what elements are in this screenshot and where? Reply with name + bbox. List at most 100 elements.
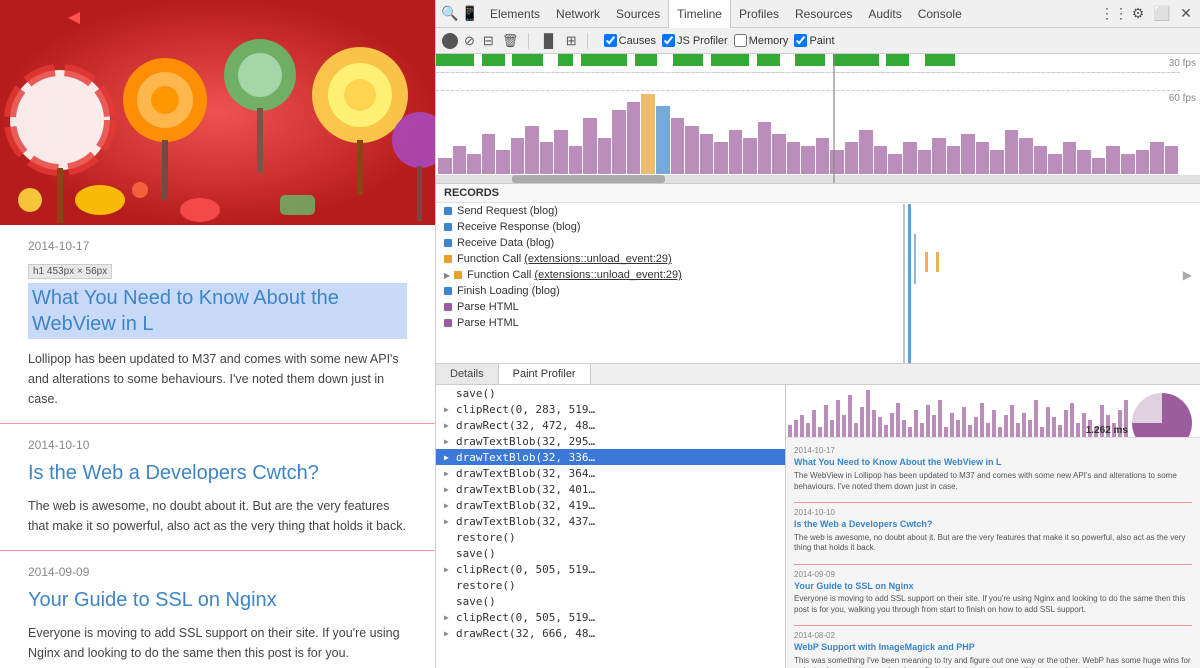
search-icon[interactable]: 🔍 bbox=[440, 4, 460, 24]
code-row-8[interactable]: ▶ drawTextBlob(32, 437… bbox=[436, 513, 785, 529]
separator bbox=[528, 33, 529, 49]
tab-resources[interactable]: Resources bbox=[787, 0, 860, 28]
code-row-5[interactable]: ▶ drawTextBlob(32, 364… bbox=[436, 465, 785, 481]
hero-illustration bbox=[0, 0, 435, 225]
js-profiler-checkbox[interactable] bbox=[662, 34, 675, 47]
paint-checkbox[interactable] bbox=[794, 34, 807, 47]
paint-label[interactable]: Paint bbox=[794, 34, 834, 47]
customize-icon[interactable]: ⋮⋮ bbox=[1104, 4, 1124, 24]
code-row-15[interactable]: ▶ drawRect(32, 666, 48… bbox=[436, 625, 785, 641]
record-row-4[interactable]: Function Call (extensions::unload_event:… bbox=[436, 267, 1200, 283]
mini-date-1: 2014-10-10 bbox=[794, 508, 1192, 517]
arrow-15: ▶ bbox=[444, 629, 452, 638]
mini-title-3: WebP Support with ImageMagick and PHP bbox=[794, 642, 1192, 653]
divider-2 bbox=[0, 550, 435, 551]
code-row-2[interactable]: ▶ drawRect(32, 472, 48… bbox=[436, 417, 785, 433]
tab-paint-profiler[interactable]: Paint Profiler bbox=[499, 364, 591, 384]
js-profiler-label[interactable]: JS Profiler bbox=[662, 34, 728, 47]
timeline-indicator bbox=[833, 54, 835, 183]
record-row-6[interactable]: Parse HTML bbox=[436, 299, 1200, 315]
fps-60-label: 60 fps bbox=[1169, 93, 1196, 104]
record-dot-0 bbox=[444, 207, 452, 215]
trash-icon[interactable]: 🗑 bbox=[500, 31, 521, 51]
mini-body-3: This was something I've been meaning to … bbox=[794, 656, 1192, 668]
mini-article-2: 2014-09-09 Your Guide to SSL on Nginx Ev… bbox=[794, 570, 1192, 616]
code-row-1[interactable]: ▶ clipRect(0, 283, 519… bbox=[436, 401, 785, 417]
article-1-title[interactable]: What You Need to Know About the WebView … bbox=[28, 283, 407, 339]
causes-checkbox[interactable] bbox=[604, 34, 617, 47]
article-3: 2014-09-09 Your Guide to SSL on Nginx Ev… bbox=[0, 565, 435, 663]
code-row-9[interactable]: restore() bbox=[436, 529, 785, 545]
record-row-2[interactable]: Receive Data (blog) bbox=[436, 235, 1200, 251]
tab-sources[interactable]: Sources bbox=[608, 0, 668, 28]
divider-1 bbox=[0, 423, 435, 424]
article-2-body: The web is awesome, no doubt about it. B… bbox=[28, 496, 407, 536]
code-row-6[interactable]: ▶ drawTextBlob(32, 401… bbox=[436, 481, 785, 497]
article-3-title[interactable]: Your Guide to SSL on Nginx bbox=[28, 587, 407, 613]
code-row-13[interactable]: save() bbox=[436, 593, 785, 609]
code-label-14: clipRect(0, 505, 519… bbox=[456, 611, 595, 624]
causes-text: Causes bbox=[619, 35, 656, 47]
record-row-5[interactable]: Finish Loading (blog) bbox=[436, 283, 1200, 299]
memory-label[interactable]: Memory bbox=[734, 34, 789, 47]
article-1-date: 2014-10-17 bbox=[28, 239, 407, 253]
code-row-14[interactable]: ▶ clipRect(0, 505, 519… bbox=[436, 609, 785, 625]
tab-timeline[interactable]: Timeline bbox=[668, 0, 731, 28]
record-dot-3 bbox=[444, 255, 452, 263]
tab-details[interactable]: Details bbox=[436, 364, 499, 384]
arrow-1: ▶ bbox=[444, 405, 452, 414]
device-icon[interactable]: 📱 bbox=[460, 4, 480, 24]
dock-icon[interactable]: ⬜ bbox=[1152, 4, 1172, 24]
code-row-7[interactable]: ▶ drawTextBlob(32, 419… bbox=[436, 497, 785, 513]
timeline-scrollbar[interactable] bbox=[436, 175, 1200, 183]
record-label-4: Function Call (extensions::unload_event:… bbox=[467, 269, 682, 281]
arrow-7: ▶ bbox=[444, 501, 452, 510]
filter-icon[interactable]: ⊟ bbox=[481, 31, 496, 51]
memory-checkbox[interactable] bbox=[734, 34, 747, 47]
expand-right-icon: ▶ bbox=[1183, 268, 1192, 282]
code-row-0[interactable]: save() bbox=[436, 385, 785, 401]
code-row-4[interactable]: ▶ drawTextBlob(32, 336… bbox=[436, 449, 785, 465]
code-row-12[interactable]: restore() bbox=[436, 577, 785, 593]
tab-audits[interactable]: Audits bbox=[860, 0, 909, 28]
code-label-4: drawTextBlob(32, 336… bbox=[456, 451, 595, 464]
right-panel: 🔍 📱 Elements Network Sources Timeline Pr… bbox=[435, 0, 1200, 668]
devtools-toolbar: 🔍 📱 Elements Network Sources Timeline Pr… bbox=[436, 0, 1200, 28]
code-row-10[interactable]: save() bbox=[436, 545, 785, 561]
arrow-3: ▶ bbox=[444, 437, 452, 446]
mini-article-3: 2014-08-02 WebP Support with ImageMagick… bbox=[794, 631, 1192, 668]
hero-image bbox=[0, 0, 435, 225]
record-label-0: Send Request (blog) bbox=[457, 205, 558, 217]
record-row-0[interactable]: Send Request (blog) bbox=[436, 203, 1200, 219]
code-panel[interactable]: save() ▶ clipRect(0, 283, 519… ▶ drawRec… bbox=[436, 385, 786, 668]
tab-elements[interactable]: Elements bbox=[482, 0, 548, 28]
bar-chart-icon[interactable]: ▐▌ bbox=[537, 31, 559, 50]
causes-label[interactable]: Causes bbox=[604, 34, 656, 47]
record-row-3[interactable]: Function Call (extensions::unload_event:… bbox=[436, 251, 1200, 267]
tab-console[interactable]: Console bbox=[910, 0, 970, 28]
code-row-3[interactable]: ▶ drawTextBlob(32, 295… bbox=[436, 433, 785, 449]
record-label-1: Receive Response (blog) bbox=[457, 221, 581, 233]
mini-body-0: The WebView in Lollipop has been updated… bbox=[794, 471, 1192, 492]
filter2-icon[interactable]: ⊞ bbox=[564, 31, 579, 51]
record-row-1[interactable]: Receive Response (blog) bbox=[436, 219, 1200, 235]
arrow-2: ▶ bbox=[444, 421, 452, 430]
record-button[interactable] bbox=[442, 33, 458, 49]
article-2-title[interactable]: Is the Web a Developers Cwtch? bbox=[28, 460, 407, 486]
article-1-body: Lollipop has been updated to M37 and com… bbox=[28, 349, 407, 409]
left-panel: 2014-10-17 h1 453px × 56px What You Need… bbox=[0, 0, 435, 668]
stop-icon[interactable]: ⊘ bbox=[462, 31, 477, 51]
sparkline-area: 1.262 ms bbox=[786, 385, 1200, 438]
scrollbar-thumb[interactable] bbox=[512, 175, 665, 183]
record-label-2: Receive Data (blog) bbox=[457, 237, 554, 249]
tab-network[interactable]: Network bbox=[548, 0, 608, 28]
mini-title-1: Is the Web a Developers Cwtch? bbox=[794, 519, 1192, 530]
code-row-11[interactable]: ▶ clipRect(0, 505, 519… bbox=[436, 561, 785, 577]
timeline-chart[interactable]: 30 fps 60 fps bbox=[436, 54, 1200, 184]
record-row-7[interactable]: Parse HTML bbox=[436, 315, 1200, 331]
tab-profiles[interactable]: Profiles bbox=[731, 0, 787, 28]
close-icon[interactable]: ✕ bbox=[1176, 4, 1196, 24]
settings-icon[interactable]: ⚙ bbox=[1128, 4, 1148, 24]
article-2: 2014-10-10 Is the Web a Developers Cwtch… bbox=[0, 438, 435, 536]
code-label-8: drawTextBlob(32, 437… bbox=[456, 515, 595, 528]
